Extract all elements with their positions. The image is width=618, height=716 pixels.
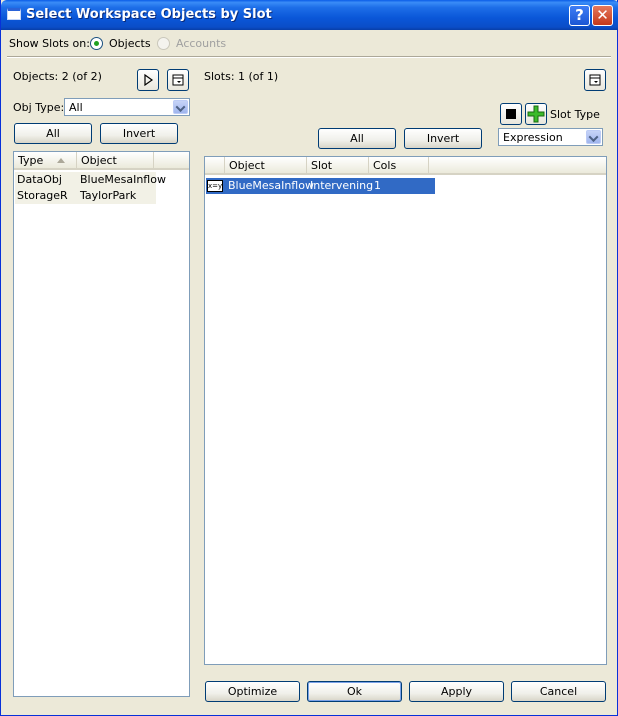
column-header-type[interactable]: Type — [14, 152, 77, 169]
objects-invert-button[interactable]: Invert — [100, 123, 178, 144]
add-slot-type-button[interactable] — [525, 103, 547, 125]
show-slots-label: Show Slots on: — [9, 37, 90, 50]
column-header-object[interactable]: Object — [77, 152, 154, 169]
sort-ascending-icon — [57, 158, 65, 163]
help-button[interactable]: ? — [569, 5, 590, 26]
optimize-button[interactable]: Optimize — [205, 681, 300, 702]
expression-icon: x=y — [207, 180, 223, 192]
ok-button[interactable]: Ok — [307, 681, 402, 702]
window-icon — [7, 8, 21, 20]
slots-count: Slots: 1 (of 1) — [204, 70, 279, 83]
objects-list-header: Type Object — [14, 152, 189, 170]
slots-all-button[interactable]: All — [318, 128, 396, 149]
objects-radio-label[interactable]: Objects — [109, 37, 151, 50]
title-bar[interactable]: Select Workspace Objects by Slot ? ✕ — [1, 0, 618, 30]
stop-icon — [506, 109, 516, 119]
chevron-down-icon[interactable] — [173, 100, 188, 114]
obj-type-select[interactable]: All — [64, 98, 190, 116]
cancel-button[interactable]: Cancel — [511, 681, 606, 702]
list-item[interactable]: StorageR TaylorPark — [15, 188, 156, 204]
play-button[interactable] — [137, 69, 159, 91]
stop-button[interactable] — [500, 103, 522, 125]
close-button[interactable]: ✕ — [592, 5, 613, 26]
slots-list[interactable]: Object Slot Cols x=y BlueMesaInflow Inte… — [204, 156, 607, 665]
objects-all-button[interactable]: All — [14, 123, 92, 144]
obj-type-label: Obj Type: — [13, 101, 65, 114]
objects-radio[interactable] — [90, 37, 103, 50]
column-header-slot[interactable]: Slot — [307, 157, 369, 174]
play-icon — [144, 73, 154, 87]
list-options-icon — [589, 74, 601, 86]
table-row[interactable]: x=y BlueMesaInflow Intervening 1 — [206, 178, 435, 194]
slot-type-label: Slot Type — [550, 108, 600, 121]
objects-count: Objects: 2 (of 2) — [13, 70, 102, 83]
dialog-window: Select Workspace Objects by Slot ? ✕ Sho… — [0, 0, 618, 716]
accounts-radio[interactable] — [157, 37, 170, 50]
objects-options-button[interactable] — [167, 69, 189, 91]
list-options-icon — [172, 74, 184, 86]
list-item[interactable]: DataObj BlueMesaInflow — [15, 172, 166, 188]
column-header-object[interactable]: Object — [225, 157, 307, 174]
separator — [7, 56, 611, 58]
column-header-icon[interactable] — [205, 157, 225, 174]
objects-list[interactable]: Type Object DataObj BlueMesaInflow Stora… — [13, 151, 190, 697]
slot-type-select[interactable]: Expression — [498, 128, 603, 146]
plus-icon — [527, 105, 545, 123]
slots-invert-button[interactable]: Invert — [404, 128, 482, 149]
window-title: Select Workspace Objects by Slot — [26, 7, 272, 22]
obj-type-value: All — [69, 101, 83, 114]
slot-type-value: Expression — [503, 131, 563, 144]
slots-list-header: Object Slot Cols — [205, 157, 606, 175]
chevron-down-icon[interactable] — [586, 130, 601, 144]
slots-options-button[interactable] — [584, 69, 606, 91]
accounts-radio-label: Accounts — [176, 37, 227, 50]
column-header-cols[interactable]: Cols — [369, 157, 429, 174]
apply-button[interactable]: Apply — [409, 681, 504, 702]
